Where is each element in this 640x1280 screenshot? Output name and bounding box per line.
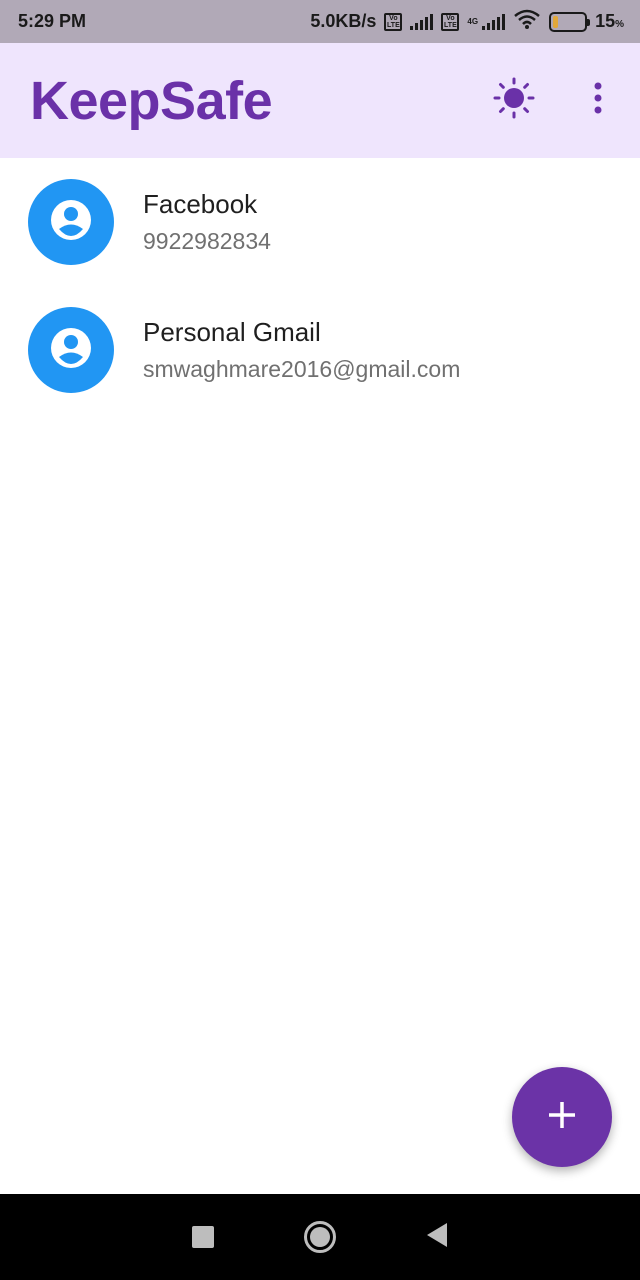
signal-sim2-icon: [482, 13, 506, 30]
account-title: Facebook: [143, 189, 258, 219]
status-bar: 5:29 PM 5.0KB/s Vo LTE Vo LTE 4G 15%: [0, 0, 640, 43]
more-vert-icon: [593, 82, 603, 119]
list-item-text: Personal Gmail smwaghmare2016@gmail.com: [143, 317, 460, 383]
plus-icon: [547, 1100, 577, 1135]
app-title: KeepSafe: [30, 70, 273, 131]
network-speed: 5.0KB/s: [310, 11, 377, 31]
signal-sim1-icon: [410, 13, 434, 30]
account-list: Facebook 9922982834 Personal Gmail smwag…: [0, 158, 640, 414]
battery-percent: 15%: [595, 11, 624, 31]
circle-icon: [310, 1227, 330, 1247]
sun-icon: [493, 77, 535, 124]
volte-badge-sim1: Vo LTE: [384, 12, 403, 31]
status-time: 5:29 PM: [18, 11, 87, 31]
list-item[interactable]: Personal Gmail smwaghmare2016@gmail.com: [0, 286, 640, 414]
back-button[interactable]: [426, 1222, 448, 1253]
list-item-text: Facebook 9922982834: [143, 189, 271, 255]
triangle-back-icon: [427, 1222, 447, 1247]
system-nav-bar: [0, 1194, 640, 1280]
home-button[interactable]: [304, 1221, 336, 1253]
account-circle-icon: [49, 326, 93, 375]
add-account-button[interactable]: [512, 1067, 612, 1167]
app-bar: KeepSafe: [0, 43, 640, 158]
avatar: [28, 307, 114, 393]
network-type-label: 4G: [467, 16, 479, 26]
status-icons: 5.0KB/s Vo LTE Vo LTE 4G 15%: [310, 9, 624, 34]
app-bar-actions: [492, 77, 620, 124]
account-subtitle: 9922982834: [143, 228, 271, 254]
wifi-icon: [513, 9, 541, 34]
avatar: [28, 179, 114, 265]
overflow-menu-button[interactable]: [576, 79, 620, 123]
recents-button[interactable]: [192, 1226, 214, 1248]
theme-toggle-button[interactable]: [492, 77, 536, 124]
account-circle-icon: [49, 198, 93, 247]
volte-badge-sim2: Vo LTE: [441, 12, 460, 31]
battery-fill: [553, 15, 558, 28]
account-subtitle: smwaghmare2016@gmail.com: [143, 356, 461, 382]
list-item[interactable]: Facebook 9922982834: [0, 158, 640, 286]
account-title: Personal Gmail: [143, 317, 321, 347]
battery-icon: [549, 11, 591, 32]
